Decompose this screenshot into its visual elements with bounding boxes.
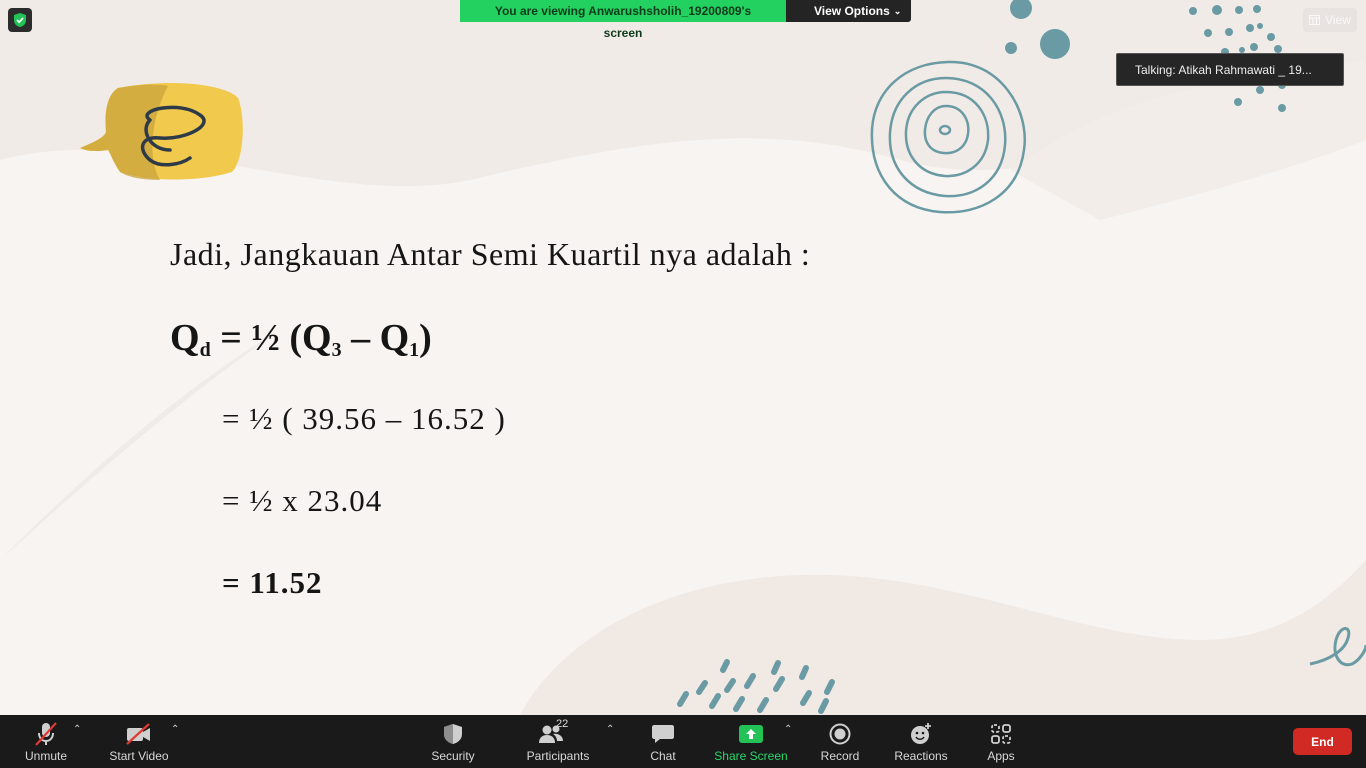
- microphone-muted-icon: [35, 722, 57, 746]
- reactions-button[interactable]: Reactions: [892, 715, 950, 768]
- security-label: Security: [431, 749, 475, 763]
- record-icon: [829, 723, 851, 745]
- view-options-button[interactable]: View Options ⌄: [786, 0, 912, 22]
- video-muted-icon: [126, 723, 150, 745]
- view-options-label: View Options: [814, 4, 890, 18]
- view-layout-button[interactable]: View: [1303, 8, 1357, 32]
- encryption-shield-button[interactable]: [8, 8, 32, 32]
- chevron-up-icon[interactable]: ⌃: [606, 724, 614, 735]
- participants-count: 22: [556, 718, 569, 730]
- formula-line: Qd = ½ (Q3 – Q1): [170, 316, 432, 362]
- share-screen-button[interactable]: Share Screen: [714, 715, 788, 768]
- formula-mid: = ½ (Q: [210, 317, 332, 359]
- participants-label: Participants: [526, 749, 590, 763]
- screen-share-banner: You are viewing Anwarushsholih_19200809'…: [460, 0, 912, 40]
- chat-button[interactable]: Chat: [644, 715, 682, 768]
- unmute-button[interactable]: Unmute: [20, 715, 72, 768]
- formula-end: ): [419, 317, 432, 359]
- security-button[interactable]: Security: [426, 715, 480, 768]
- start-video-button[interactable]: Start Video: [106, 715, 172, 768]
- apps-button[interactable]: Apps: [982, 715, 1020, 768]
- chat-bubble-icon: [652, 725, 674, 743]
- unmute-label: Unmute: [24, 749, 68, 763]
- meeting-toolbar: Unmute ⌃ Start Video ⌃ Security 22 Parti…: [0, 715, 1366, 768]
- share-screen-icon: [739, 725, 763, 743]
- shield-check-icon: [14, 13, 26, 27]
- formula-minus: – Q: [341, 317, 410, 359]
- calculation-step-1: = ½ ( 39.56 – 16.52 ): [222, 401, 506, 436]
- apps-icon: [991, 724, 1011, 744]
- security-shield-icon: [444, 724, 462, 744]
- talking-indicator: Talking: Atikah Rahmawati _ 19...: [1116, 53, 1344, 86]
- apps-label: Apps: [987, 749, 1015, 763]
- chevron-up-icon[interactable]: ⌃: [73, 724, 81, 735]
- start-video-label: Start Video: [109, 749, 169, 763]
- calculation-step-2: = ½ x 23.04: [222, 483, 383, 518]
- grid-icon: [1309, 15, 1321, 25]
- chevron-down-icon: ⌄: [893, 6, 902, 16]
- participants-button[interactable]: 22 Participants: [524, 715, 592, 768]
- formula-q-sub: d: [199, 339, 211, 361]
- chevron-up-icon[interactable]: ⌃: [171, 724, 179, 735]
- formula-q1-sub: 1: [409, 339, 420, 361]
- end-meeting-button[interactable]: End: [1293, 728, 1352, 755]
- record-label: Record: [820, 749, 860, 763]
- slide-heading: Jadi, Jangkauan Antar Semi Kuartil nya a…: [170, 236, 811, 272]
- viewing-screen-text: You are viewing Anwarushsholih_19200809'…: [460, 0, 786, 40]
- share-screen-label: Share Screen: [714, 749, 788, 763]
- formula-q: Q: [170, 317, 200, 359]
- chat-label: Chat: [650, 749, 676, 763]
- reactions-label: Reactions: [894, 749, 948, 763]
- chevron-up-icon[interactable]: ⌃: [784, 724, 792, 735]
- formula-q3-sub: 3: [331, 339, 342, 361]
- calculation-result: = 11.52: [222, 565, 323, 600]
- reactions-icon: [911, 723, 931, 744]
- view-button-label: View: [1325, 13, 1351, 27]
- record-button[interactable]: Record: [818, 715, 862, 768]
- shared-screen-slide: Jadi, Jangkauan Antar Semi Kuartil nya a…: [0, 0, 1366, 715]
